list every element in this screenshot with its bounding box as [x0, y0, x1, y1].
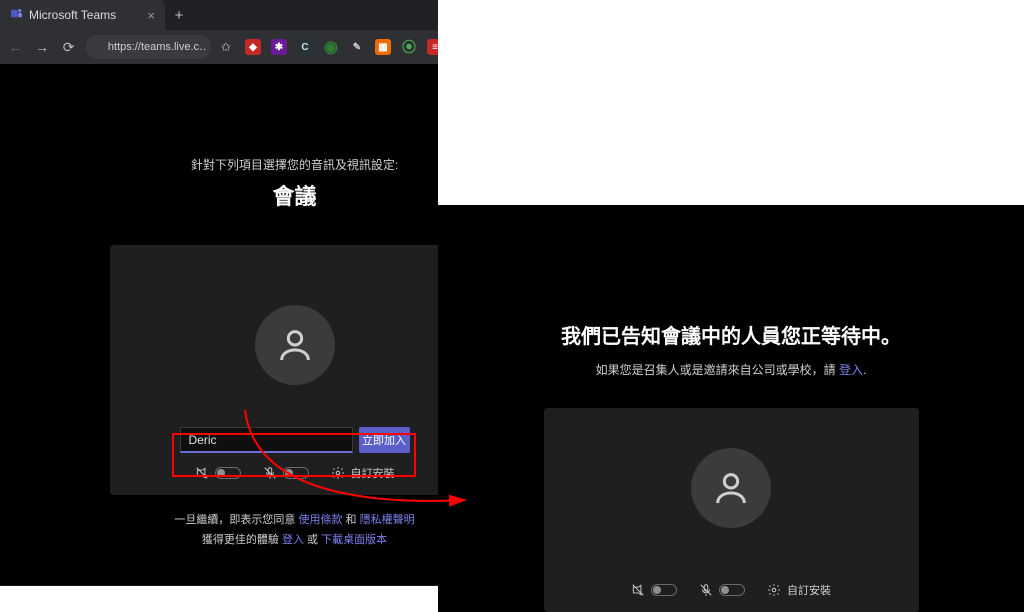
extension-icon[interactable]: ✎ — [349, 39, 365, 55]
tab-strip: Microsoft Teams × + — [0, 0, 193, 30]
gear-icon — [767, 583, 781, 597]
name-input[interactable] — [180, 427, 353, 453]
lobby-window: 關閉 我們已告知會議中的人員您正等待中。 如果您是召集人或是邀請來自公司或學校，… — [438, 0, 1024, 612]
url-bar[interactable]: 🔒 — [86, 35, 211, 59]
custom-setup-button[interactable]: 自訂安裝 — [331, 465, 395, 481]
custom-setup-button[interactable]: 自訂安裝 — [767, 582, 831, 598]
close-icon[interactable]: × — [147, 8, 155, 23]
camera-toggle[interactable] — [195, 466, 241, 480]
signin-link[interactable]: 登入 — [282, 534, 304, 546]
white-region — [438, 0, 1024, 205]
lobby-content: 我們已告知會議中的人員您正等待中。 如果您是召集人或是邀請來自公司或學校，請 登… — [438, 205, 1024, 612]
footer-text: 和 — [342, 514, 359, 526]
tab-title: Microsoft Teams — [29, 8, 116, 22]
footer-text: 獲得更佳的體驗 — [202, 534, 282, 546]
mic-off-icon — [699, 583, 713, 597]
lobby-subtitle: 如果您是召集人或是邀請來自公司或學校，請 登入. — [596, 361, 867, 378]
extension-icon[interactable]: ◆ — [245, 39, 261, 55]
footer-text: 一旦繼續，即表示您同意 — [174, 514, 298, 526]
person-icon — [711, 468, 751, 508]
footer-text: 或 — [304, 534, 321, 546]
custom-setup-label: 自訂安裝 — [787, 582, 831, 598]
prejoin-subtitle: 針對下列項目選擇您的音訊及視訊設定: — [191, 156, 398, 173]
extension-icon[interactable]: ✱ — [271, 39, 287, 55]
favorite-icon[interactable]: ✩ — [221, 40, 231, 54]
camera-preview-card: 自訂安裝 — [544, 408, 919, 612]
lobby-sub-text: 如果您是召集人或是邀請來自公司或學校，請 — [596, 363, 839, 377]
toggle-pill[interactable] — [651, 584, 677, 596]
extension-icon[interactable]: C — [297, 39, 313, 55]
toggle-pill[interactable] — [719, 584, 745, 596]
avatar-placeholder — [691, 448, 771, 528]
join-now-button[interactable]: 立即加入 — [359, 427, 410, 453]
lobby-sub-text: . — [863, 363, 866, 377]
extension-icon[interactable]: ▦ — [375, 39, 391, 55]
device-toggles: 自訂安裝 — [195, 465, 395, 481]
prejoin-title: 會議 — [272, 179, 316, 211]
new-tab-button[interactable]: + — [165, 7, 193, 24]
avatar-placeholder — [255, 305, 335, 385]
extension-icon[interactable]: ◉ — [323, 39, 339, 55]
privacy-link[interactable]: 隱私權聲明 — [360, 514, 415, 526]
camera-off-icon — [195, 466, 209, 480]
mic-off-icon — [263, 466, 277, 480]
refresh-button[interactable]: ⟳ — [59, 34, 78, 60]
signin-link[interactable]: 登入 — [839, 363, 863, 377]
device-toggles: 自訂安裝 — [631, 582, 831, 598]
person-icon — [275, 325, 315, 365]
mic-toggle[interactable] — [263, 466, 309, 480]
browser-tab[interactable]: Microsoft Teams × — [0, 0, 165, 30]
camera-preview-card: 立即加入 自訂安裝 — [110, 245, 480, 495]
lobby-title: 我們已告知會議中的人員您正等待中。 — [561, 320, 901, 349]
terms-link[interactable]: 使用條款 — [298, 514, 342, 526]
forward-button[interactable]: → — [33, 34, 52, 60]
mic-toggle[interactable] — [699, 583, 745, 597]
extension-icon[interactable]: ⦿ — [401, 39, 417, 55]
toggle-pill[interactable] — [283, 467, 309, 479]
toggle-pill[interactable] — [215, 467, 241, 479]
url-input[interactable] — [86, 35, 211, 59]
custom-setup-label: 自訂安裝 — [351, 465, 395, 481]
camera-off-icon — [631, 583, 645, 597]
gear-icon — [331, 466, 345, 480]
teams-icon — [10, 7, 23, 23]
join-row: 立即加入 — [180, 427, 410, 453]
download-link[interactable]: 下載桌面版本 — [321, 534, 387, 546]
back-button[interactable]: ← — [6, 34, 25, 60]
camera-toggle[interactable] — [631, 583, 677, 597]
